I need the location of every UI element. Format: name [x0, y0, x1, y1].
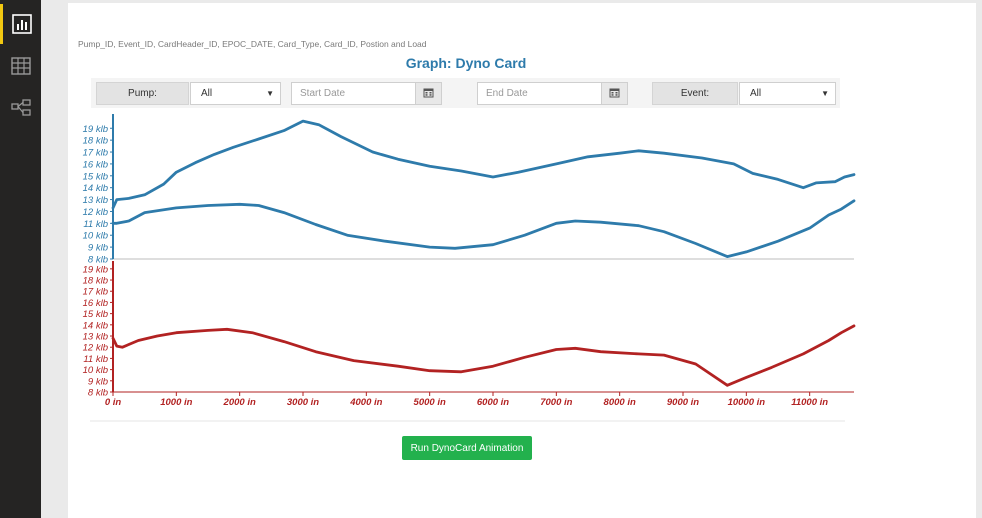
x-tick-label: 3000 in	[287, 397, 319, 408]
x-tick-label: 5000 in	[414, 397, 446, 408]
x-tick-label: 9000 in	[667, 397, 699, 408]
y-tick-label: 19 klb	[83, 124, 108, 135]
x-tick-label: 1000 in	[160, 397, 192, 408]
y-tick-label: 10 klb	[83, 231, 108, 242]
y-tick-label: 12 klb	[83, 343, 108, 354]
y-tick-label: 10 klb	[83, 365, 108, 376]
run-dynocard-animation-button[interactable]: Run DynoCard Animation	[402, 436, 532, 460]
x-tick-label: 6000 in	[477, 397, 509, 408]
y-tick-label: 15 klb	[83, 309, 108, 320]
x-tick-label: 10000 in	[728, 397, 766, 408]
y-tick-label: 18 klb	[83, 276, 108, 287]
y-tick-label: 18 klb	[83, 136, 108, 147]
series-line-surface-2	[111, 199, 856, 258]
x-tick-label: 7000 in	[540, 397, 572, 408]
x-tick-label: 11000 in	[791, 397, 828, 408]
series-line-pump-1	[111, 324, 856, 387]
y-tick-label: 9 klb	[88, 243, 108, 254]
series-line-surface-1	[111, 119, 856, 210]
x-tick-label: 4000 in	[349, 397, 382, 408]
x-tick-label: 2000 in	[223, 397, 256, 408]
y-tick-label: 15 klb	[83, 171, 108, 182]
y-tick-label: 17 klb	[83, 287, 108, 298]
y-tick-label: 13 klb	[83, 332, 108, 343]
x-tick-label: 8000 in	[604, 397, 636, 408]
y-tick-label: 17 klb	[83, 148, 108, 159]
y-tick-label: 13 klb	[83, 195, 108, 206]
y-tick-label: 11 klb	[83, 219, 108, 230]
y-tick-label: 19 klb	[83, 264, 108, 275]
y-tick-label: 11 klb	[83, 354, 108, 365]
y-tick-label: 14 klb	[83, 320, 108, 331]
y-tick-label: 9 klb	[88, 376, 108, 387]
y-tick-label: 16 klb	[83, 298, 108, 309]
x-tick-label: 0 in	[105, 397, 122, 408]
y-tick-label: 16 klb	[83, 159, 108, 170]
y-tick-label: 12 klb	[83, 207, 108, 218]
y-tick-label: 14 klb	[83, 183, 108, 194]
